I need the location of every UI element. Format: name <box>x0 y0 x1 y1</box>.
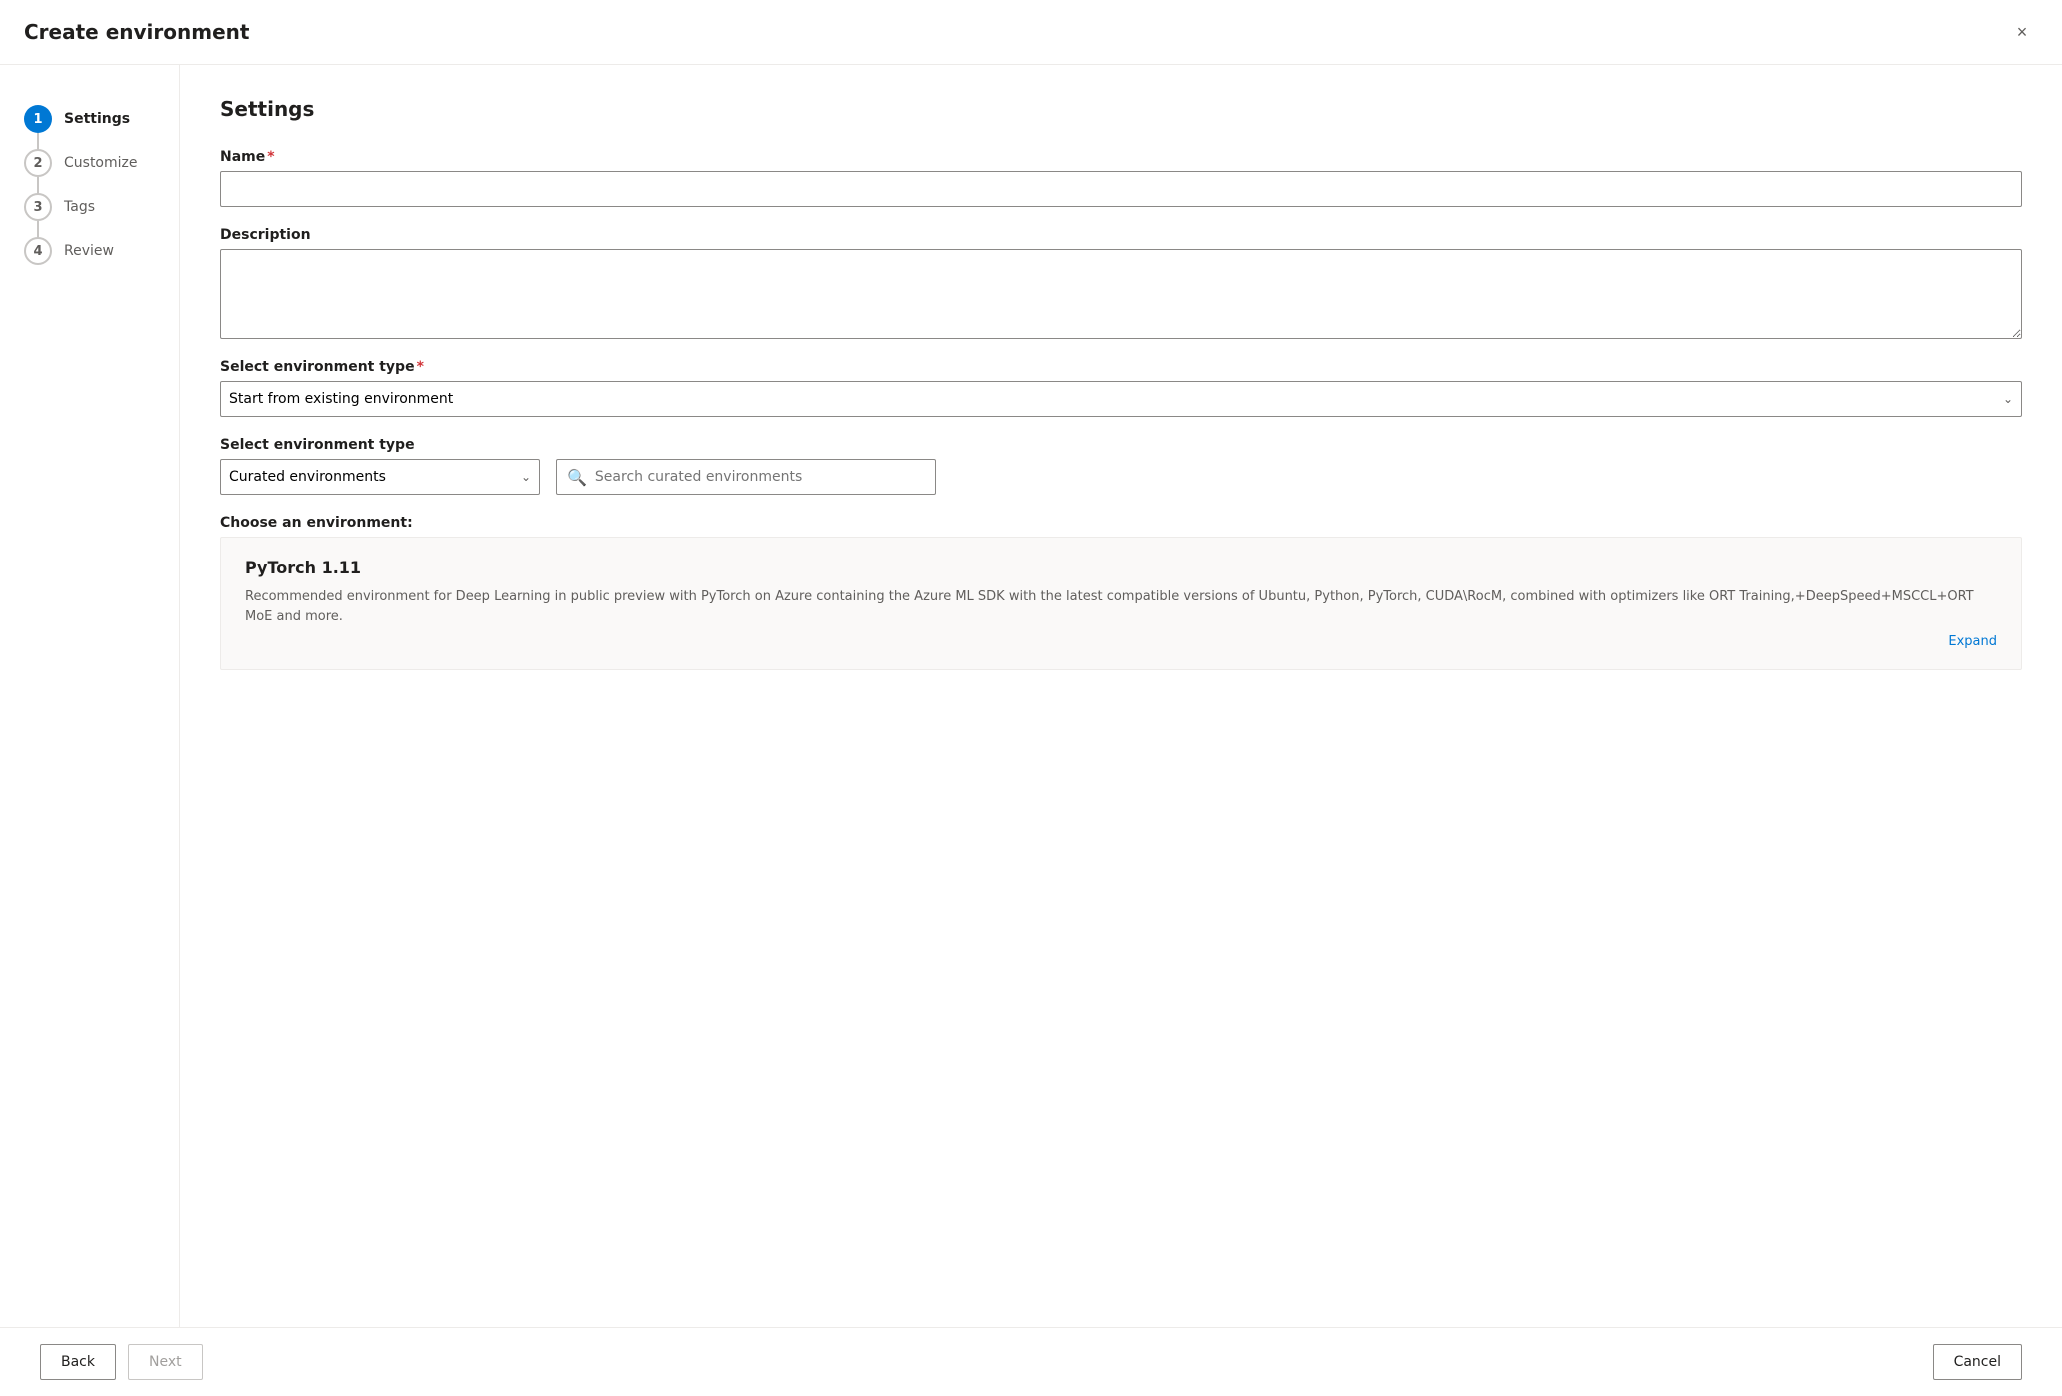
step-settings[interactable]: 1 Settings <box>24 97 155 141</box>
name-required-star: * <box>267 149 274 165</box>
sidebar: 1 Settings 2 Customize 3 Tags 4 Review <box>0 65 180 1327</box>
dialog-header: Create environment × <box>0 0 2062 65</box>
footer-left: Back Next <box>40 1344 203 1380</box>
dialog-body: 1 Settings 2 Customize 3 Tags 4 Review S… <box>0 65 2062 1327</box>
dialog-footer: Back Next Cancel <box>0 1327 2062 1396</box>
env-card: PyTorch 1.11 Recommended environment for… <box>220 537 2022 670</box>
main-content: Settings Name* Description Select enviro… <box>180 65 2062 1327</box>
step-label-settings: Settings <box>64 111 130 127</box>
curated-dropdown[interactable]: Curated environments ⌄ <box>220 459 540 495</box>
step-customize[interactable]: 2 Customize <box>24 141 155 185</box>
name-label: Name* <box>220 149 2022 165</box>
step-tags[interactable]: 3 Tags <box>24 185 155 229</box>
description-field-group: Description <box>220 227 2022 339</box>
env-card-description: Recommended environment for Deep Learnin… <box>245 587 1997 626</box>
dialog-title: Create environment <box>24 20 249 44</box>
second-env-type-field-group: Select environment type Curated environm… <box>220 437 2022 495</box>
curated-chevron-icon: ⌄ <box>521 470 531 484</box>
step-circle-2: 2 <box>24 149 52 177</box>
description-input[interactable] <box>220 249 2022 339</box>
step-circle-1: 1 <box>24 105 52 133</box>
description-label: Description <box>220 227 2022 243</box>
search-box[interactable]: 🔍 <box>556 459 936 495</box>
choose-env-group: Choose an environment: PyTorch 1.11 Reco… <box>220 515 2022 670</box>
expand-link[interactable]: Expand <box>245 634 1997 649</box>
curated-dropdown-value: Curated environments <box>229 469 386 485</box>
step-review[interactable]: 4 Review <box>24 229 155 273</box>
create-environment-dialog: Create environment × 1 Settings 2 Custom… <box>0 0 2062 1396</box>
env-type-required-star: * <box>417 359 424 375</box>
cancel-button[interactable]: Cancel <box>1933 1344 2022 1380</box>
step-circle-4: 4 <box>24 237 52 265</box>
env-type-label: Select environment type* <box>220 359 2022 375</box>
section-title: Settings <box>220 97 2022 121</box>
env-type-value: Start from existing environment <box>229 391 453 407</box>
search-input[interactable] <box>595 469 925 485</box>
env-card-title: PyTorch 1.11 <box>245 558 1997 577</box>
curated-dropdown-wrapper: Curated environments ⌄ <box>220 459 540 495</box>
env-type-chevron-icon: ⌄ <box>2003 392 2013 406</box>
step-label-tags: Tags <box>64 199 95 215</box>
name-input[interactable] <box>220 171 2022 207</box>
env-type-dropdown[interactable]: Start from existing environment ⌄ <box>220 381 2022 417</box>
env-type-field-group: Select environment type* Start from exis… <box>220 359 2022 417</box>
step-label-customize: Customize <box>64 155 138 171</box>
step-circle-3: 3 <box>24 193 52 221</box>
second-env-type-label: Select environment type <box>220 437 2022 453</box>
name-field-group: Name* <box>220 149 2022 207</box>
search-icon: 🔍 <box>567 468 587 487</box>
choose-env-label: Choose an environment: <box>220 515 2022 531</box>
close-button[interactable]: × <box>2006 16 2038 48</box>
back-button[interactable]: Back <box>40 1344 116 1380</box>
env-type-row: Curated environments ⌄ 🔍 <box>220 459 2022 495</box>
step-label-review: Review <box>64 243 114 259</box>
next-button: Next <box>128 1344 203 1380</box>
